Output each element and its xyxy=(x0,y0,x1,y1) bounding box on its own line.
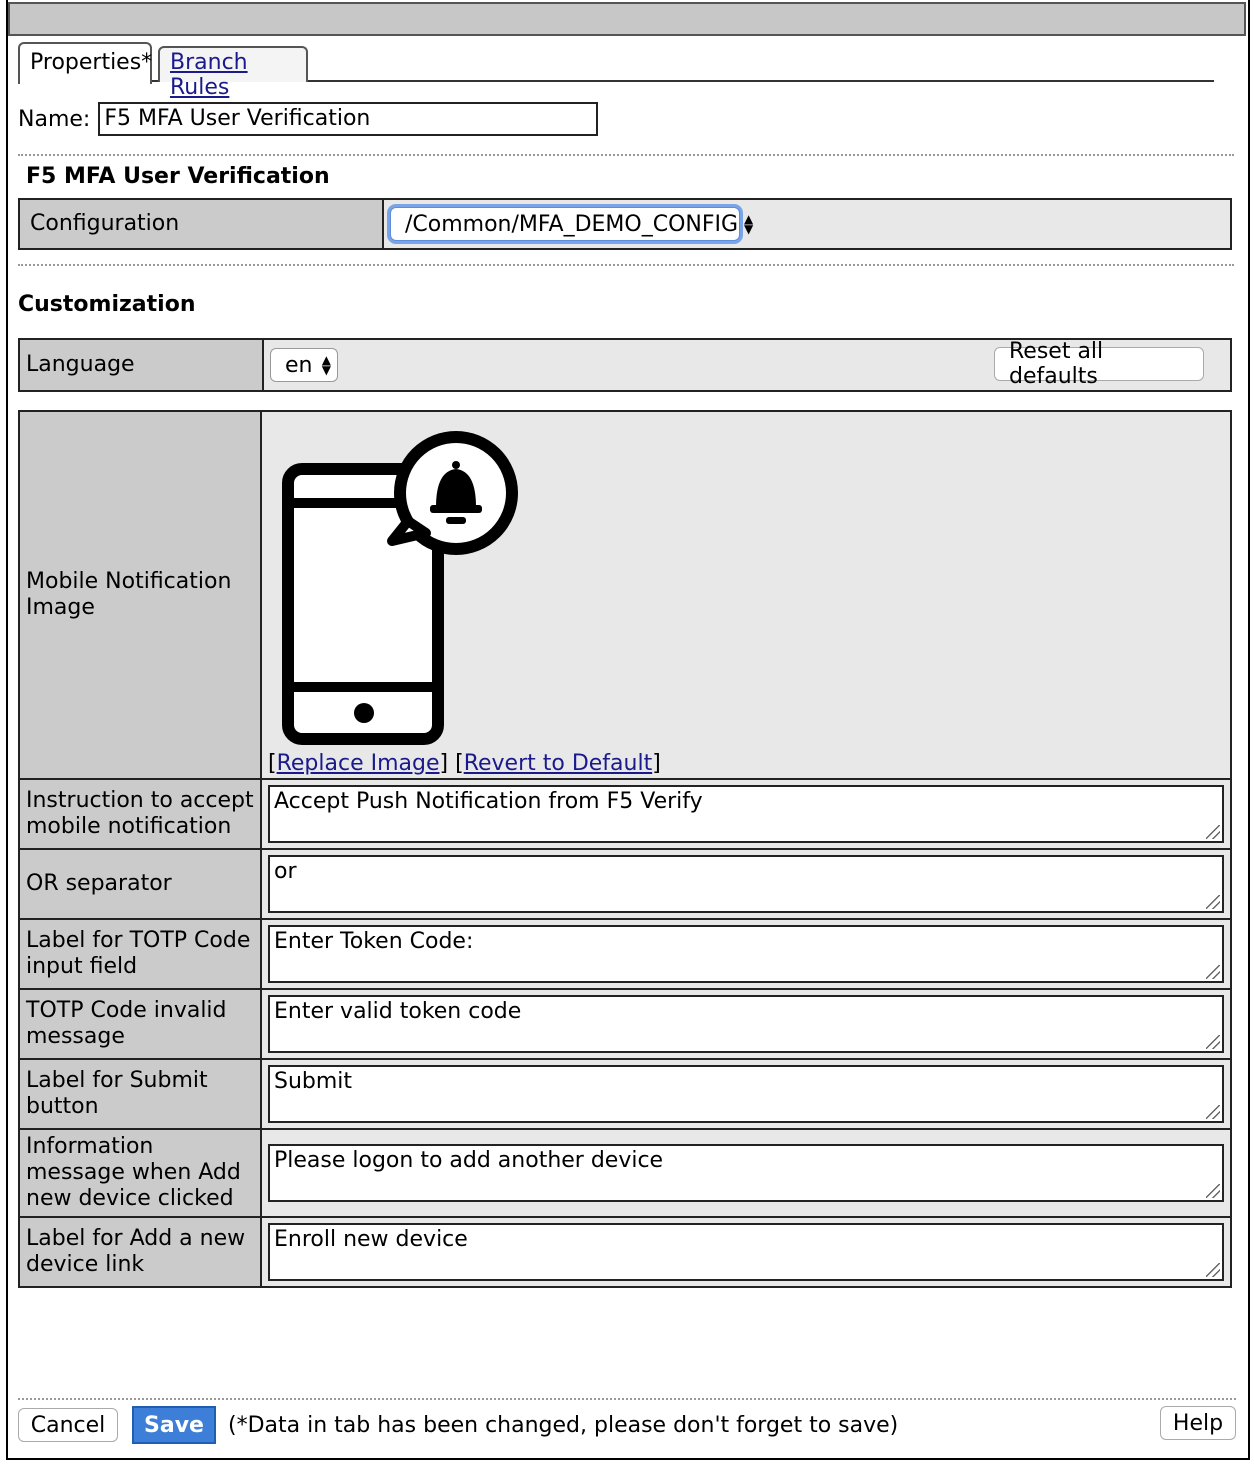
language-table: Language en ▲ ▼ Reset all defaults xyxy=(18,338,1232,392)
textarea-text: Accept Push Notification from F5 Verify xyxy=(274,789,703,814)
add-device-message-textarea[interactable]: Please logon to add another device xyxy=(268,1144,1224,1202)
configuration-table: Configuration /Common/MFA_DEMO_CONFIG ▲ ▼ xyxy=(18,198,1232,250)
select-arrows-icon: ▲ ▼ xyxy=(321,353,331,377)
textarea-text: Enter Token Code: xyxy=(274,929,474,954)
name-input[interactable]: F5 MFA User Verification xyxy=(98,102,599,136)
language-cell: en ▲ ▼ Reset all defaults xyxy=(262,338,1232,392)
textarea-text: Submit xyxy=(274,1069,353,1094)
row-label: Label for TOTP Code input field xyxy=(18,918,262,990)
select-arrows-icon: ▲ ▼ xyxy=(744,212,754,236)
table-row: Instruction to accept mobile notificatio… xyxy=(18,778,1232,850)
textarea-text: or xyxy=(274,859,297,884)
row-value-cell: Enter valid token code xyxy=(260,988,1232,1060)
table-row: Label for Submit button Submit xyxy=(18,1058,1232,1130)
tab-branch-rules[interactable]: Branch Rules xyxy=(158,46,308,100)
textarea-text: Please logon to add another device xyxy=(274,1148,664,1173)
dialog-titlebar xyxy=(8,2,1246,36)
resize-handle-icon[interactable] xyxy=(1206,1263,1220,1277)
table-row: Label for TOTP Code input field Enter To… xyxy=(18,918,1232,990)
or-separator-textarea[interactable]: or xyxy=(268,855,1224,913)
mobile-image-cell: [Replace Image] [Revert to Default] xyxy=(260,410,1232,780)
resize-handle-icon[interactable] xyxy=(1206,1105,1220,1119)
row-value-cell: Enter Token Code: xyxy=(260,918,1232,990)
add-device-link-textarea[interactable]: Enroll new device xyxy=(268,1223,1224,1281)
totp-label-textarea[interactable]: Enter Token Code: xyxy=(268,925,1224,983)
language-select[interactable]: en ▲ ▼ xyxy=(270,348,338,382)
row-value-cell: or xyxy=(260,848,1232,920)
configuration-label: Configuration xyxy=(18,198,384,250)
mobile-notification-icon xyxy=(282,431,518,745)
totp-invalid-textarea[interactable]: Enter valid token code xyxy=(268,995,1224,1053)
footer-divider xyxy=(18,1398,1236,1400)
save-button[interactable]: Save xyxy=(132,1406,216,1444)
resize-handle-icon[interactable] xyxy=(1206,825,1220,839)
customization-title: Customization xyxy=(18,292,196,317)
row-label: Label for Submit button xyxy=(18,1058,262,1130)
unsaved-message: (*Data in tab has been changed, please d… xyxy=(228,1412,899,1438)
row-label: Instruction to accept mobile notificatio… xyxy=(18,778,262,850)
textarea-text: Enroll new device xyxy=(274,1227,468,1252)
name-label: Name: xyxy=(18,106,91,132)
revert-default-link[interactable]: Revert to Default xyxy=(464,751,653,776)
row-label: OR separator xyxy=(18,848,262,920)
resize-handle-icon[interactable] xyxy=(1206,1184,1220,1198)
instruction-textarea[interactable]: Accept Push Notification from F5 Verify xyxy=(268,785,1224,843)
row-value-cell: Submit xyxy=(260,1058,1232,1130)
customization-table: Mobile Notification Image [Replace Image… xyxy=(18,410,1232,1288)
resize-handle-icon[interactable] xyxy=(1206,895,1220,909)
table-row: Label for Add a new device link Enroll n… xyxy=(18,1216,1232,1288)
agent-section-title: F5 MFA User Verification xyxy=(26,164,330,189)
tab-properties-label: Properties* xyxy=(30,50,153,75)
resize-handle-icon[interactable] xyxy=(1206,1035,1220,1049)
table-row: OR separator or xyxy=(18,848,1232,920)
help-button[interactable]: Help xyxy=(1160,1406,1236,1440)
row-label: TOTP Code invalid message xyxy=(18,988,262,1060)
resize-handle-icon[interactable] xyxy=(1206,965,1220,979)
configuration-select-value: /Common/MFA_DEMO_CONFIG xyxy=(405,211,739,237)
tab-properties[interactable]: Properties* xyxy=(18,42,152,84)
replace-image-link[interactable]: Replace Image xyxy=(277,751,440,776)
submit-label-textarea[interactable]: Submit xyxy=(268,1065,1224,1123)
language-select-value: en xyxy=(285,352,313,378)
table-row: TOTP Code invalid message Enter valid to… xyxy=(18,988,1232,1060)
table-row: Information message when Add new device … xyxy=(18,1128,1232,1218)
tab-bar: Properties* Branch Rules xyxy=(18,42,1214,100)
footer-actions: Cancel Save (*Data in tab has been chang… xyxy=(18,1406,898,1444)
name-row: Name: F5 MFA User Verification xyxy=(18,102,599,136)
cancel-button[interactable]: Cancel xyxy=(18,1408,118,1442)
language-label: Language xyxy=(18,338,264,392)
mobile-image-label: Mobile Notification Image xyxy=(18,410,262,780)
row-value-cell: Enroll new device xyxy=(260,1216,1232,1288)
configuration-cell: /Common/MFA_DEMO_CONFIG ▲ ▼ xyxy=(382,198,1232,250)
image-links: [Replace Image] [Revert to Default] xyxy=(268,751,661,776)
textarea-text: Enter valid token code xyxy=(274,999,522,1024)
row-label: Information message when Add new device … xyxy=(18,1128,262,1218)
divider xyxy=(18,154,1234,156)
row-value-cell: Please logon to add another device xyxy=(260,1128,1232,1218)
divider xyxy=(18,264,1234,266)
row-value-cell: Accept Push Notification from F5 Verify xyxy=(260,778,1232,850)
reset-defaults-button[interactable]: Reset all defaults xyxy=(994,339,1204,389)
row-label: Label for Add a new device link xyxy=(18,1216,262,1288)
configuration-select[interactable]: /Common/MFA_DEMO_CONFIG ▲ ▼ xyxy=(390,207,753,241)
